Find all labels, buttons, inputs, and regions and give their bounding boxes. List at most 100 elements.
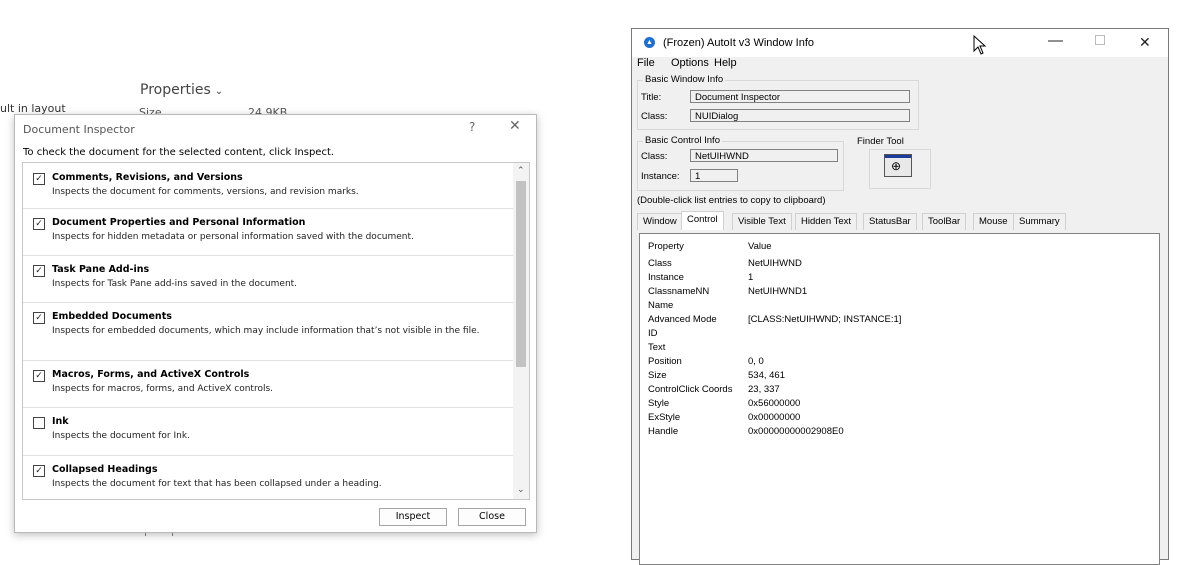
- mouse-cursor-icon: [973, 35, 987, 55]
- properties-label: Properties: [140, 82, 211, 98]
- checkbox-task-pane-addins[interactable]: ✓: [33, 265, 45, 277]
- list-item-macros: ✓ Macros, Forms, and ActiveX Controls In…: [23, 360, 513, 408]
- item-name: Ink: [52, 416, 69, 427]
- column-header-value[interactable]: Value: [748, 241, 772, 252]
- item-description: Inspects the document for text that has …: [52, 479, 382, 489]
- checkbox-document-properties[interactable]: ✓: [33, 218, 45, 230]
- control-class-label: Class:: [641, 151, 668, 162]
- title-field[interactable]: Document Inspector: [690, 90, 910, 103]
- document-inspector-dialog: Document Inspector ? ✕ To check the docu…: [14, 114, 537, 533]
- row-value[interactable]: 23, 337: [748, 384, 780, 395]
- row-property[interactable]: ClassnameNN: [648, 286, 709, 297]
- list-item-collapsed-headings: ✓ Collapsed Headings Inspects the docume…: [23, 455, 513, 499]
- title-bar[interactable]: ▲ (Frozen) AutoIt v3 Window Info — ✕: [632, 29, 1168, 57]
- row-property[interactable]: ID: [648, 328, 658, 339]
- checkbox-comments[interactable]: ✓: [33, 173, 45, 185]
- tab-control[interactable]: Control: [681, 211, 724, 230]
- inspect-button[interactable]: Inspect: [379, 508, 447, 526]
- maximize-button[interactable]: [1095, 35, 1105, 45]
- item-description: Inspects for Task Pane add-ins saved in …: [52, 279, 298, 289]
- window-close-button[interactable]: ✕: [1139, 34, 1151, 51]
- tab-toolbar[interactable]: ToolBar: [922, 213, 967, 230]
- chevron-up-icon[interactable]: ⌃: [517, 166, 525, 176]
- chevron-down-icon[interactable]: ⌄: [517, 485, 525, 495]
- chevron-down-icon: ⌄: [214, 86, 224, 97]
- instance-field[interactable]: 1: [690, 169, 738, 182]
- list-item-embedded-documents: ✓ Embedded Documents Inspects for embedd…: [23, 302, 513, 361]
- checkbox-ink[interactable]: [33, 417, 45, 429]
- list-item-document-properties: ✓ Document Properties and Personal Infor…: [23, 208, 513, 256]
- close-button[interactable]: Close: [458, 508, 526, 526]
- list-item-ink: Ink Inspects the document for Ink.: [23, 407, 513, 456]
- group-label: Basic Window Info: [643, 74, 726, 85]
- title-label: Title:: [641, 92, 662, 103]
- checkbox-collapsed-headings[interactable]: ✓: [33, 465, 45, 477]
- autoit-window-info: ▲ (Frozen) AutoIt v3 Window Info — ✕ Fil…: [631, 28, 1169, 565]
- row-property[interactable]: Advanced Mode: [648, 314, 717, 325]
- tab-visible-text[interactable]: Visible Text: [732, 213, 792, 230]
- item-name: Collapsed Headings: [52, 464, 158, 475]
- row-value[interactable]: 534, 461: [748, 370, 785, 381]
- dialog-instructions: To check the document for the selected c…: [23, 147, 335, 158]
- dialog-close-button[interactable]: ✕: [509, 118, 521, 134]
- class-label: Class:: [641, 111, 668, 122]
- checkbox-macros[interactable]: ✓: [33, 370, 45, 382]
- tab-statusbar[interactable]: StatusBar: [863, 213, 917, 230]
- list-item-task-pane-addins: ✓ Task Pane Add-ins Inspects for Task Pa…: [23, 255, 513, 303]
- row-property[interactable]: Class: [648, 258, 672, 269]
- properties-header[interactable]: Properties ⌄: [140, 82, 223, 98]
- item-name: Task Pane Add-ins: [52, 264, 150, 275]
- tab-window[interactable]: Window: [637, 213, 683, 230]
- minimize-button[interactable]: —: [1048, 32, 1063, 49]
- crosshair-icon: ⊕: [891, 159, 902, 173]
- list-scrollbar[interactable]: ⌃ ⌄: [513, 163, 529, 499]
- item-name: Embedded Documents: [52, 311, 172, 322]
- control-class-field[interactable]: NetUIHWND: [690, 149, 838, 162]
- class-field[interactable]: NUIDialog: [690, 109, 910, 122]
- list-item-comments: ✓ Comments, Revisions, and Versions Insp…: [23, 163, 513, 209]
- finder-tool-crosshair-icon[interactable]: ⊕: [884, 154, 912, 177]
- row-property[interactable]: Style: [648, 398, 669, 409]
- window-title: (Frozen) AutoIt v3 Window Info: [663, 37, 815, 49]
- item-description: Inspects the document for comments, vers…: [52, 187, 359, 197]
- row-property[interactable]: Text: [648, 342, 665, 353]
- tab-summary[interactable]: Summary: [1013, 213, 1066, 230]
- checkbox-embedded-documents[interactable]: ✓: [33, 312, 45, 324]
- row-property[interactable]: Handle: [648, 426, 678, 437]
- row-value[interactable]: NetUIHWND1: [748, 286, 807, 297]
- row-value[interactable]: 0x00000000: [748, 412, 800, 423]
- autoit-logo-icon: ▲: [644, 37, 655, 48]
- finder-bar: [885, 155, 911, 158]
- scrollbar-thumb[interactable]: [516, 181, 526, 367]
- row-value[interactable]: [CLASS:NetUIHWND; INSTANCE:1]: [748, 314, 901, 325]
- row-value[interactable]: 0x00000000002908E0: [748, 426, 844, 437]
- menu-options[interactable]: Options: [671, 57, 709, 69]
- row-property[interactable]: ControlClick Coords: [648, 384, 732, 395]
- column-header-property[interactable]: Property: [648, 241, 684, 252]
- row-property[interactable]: Position: [648, 356, 682, 367]
- row-property[interactable]: Instance: [648, 272, 684, 283]
- item-name: Document Properties and Personal Informa…: [52, 217, 306, 228]
- item-description: Inspects the document for Ink.: [52, 431, 190, 441]
- tab-hidden-text[interactable]: Hidden Text: [795, 213, 857, 230]
- row-property[interactable]: Size: [648, 370, 666, 381]
- tab-mouse[interactable]: Mouse: [973, 213, 1014, 230]
- help-button[interactable]: ?: [469, 120, 475, 134]
- menu-file[interactable]: File: [637, 57, 655, 69]
- menu-bar: File Options Help: [632, 57, 1168, 73]
- row-value[interactable]: NetUIHWND: [748, 258, 802, 269]
- item-name: Comments, Revisions, and Versions: [52, 172, 243, 183]
- row-value[interactable]: 1: [748, 272, 753, 283]
- menu-help[interactable]: Help: [714, 57, 737, 69]
- item-name: Macros, Forms, and ActiveX Controls: [52, 369, 250, 380]
- row-value[interactable]: 0, 0: [748, 356, 764, 367]
- copy-hint: (Double-click list entries to copy to cl…: [637, 195, 826, 206]
- group-label: Basic Control Info: [643, 135, 722, 146]
- row-property[interactable]: ExStyle: [648, 412, 680, 423]
- item-description: Inspects for macros, forms, and ActiveX …: [52, 384, 274, 394]
- row-property[interactable]: Name: [648, 300, 673, 311]
- row-value[interactable]: 0x56000000: [748, 398, 800, 409]
- property-list[interactable]: Property Value Class NetUIHWND Instance …: [639, 233, 1160, 565]
- inspector-item-list: ✓ Comments, Revisions, and Versions Insp…: [22, 162, 530, 500]
- instance-label: Instance:: [641, 171, 680, 182]
